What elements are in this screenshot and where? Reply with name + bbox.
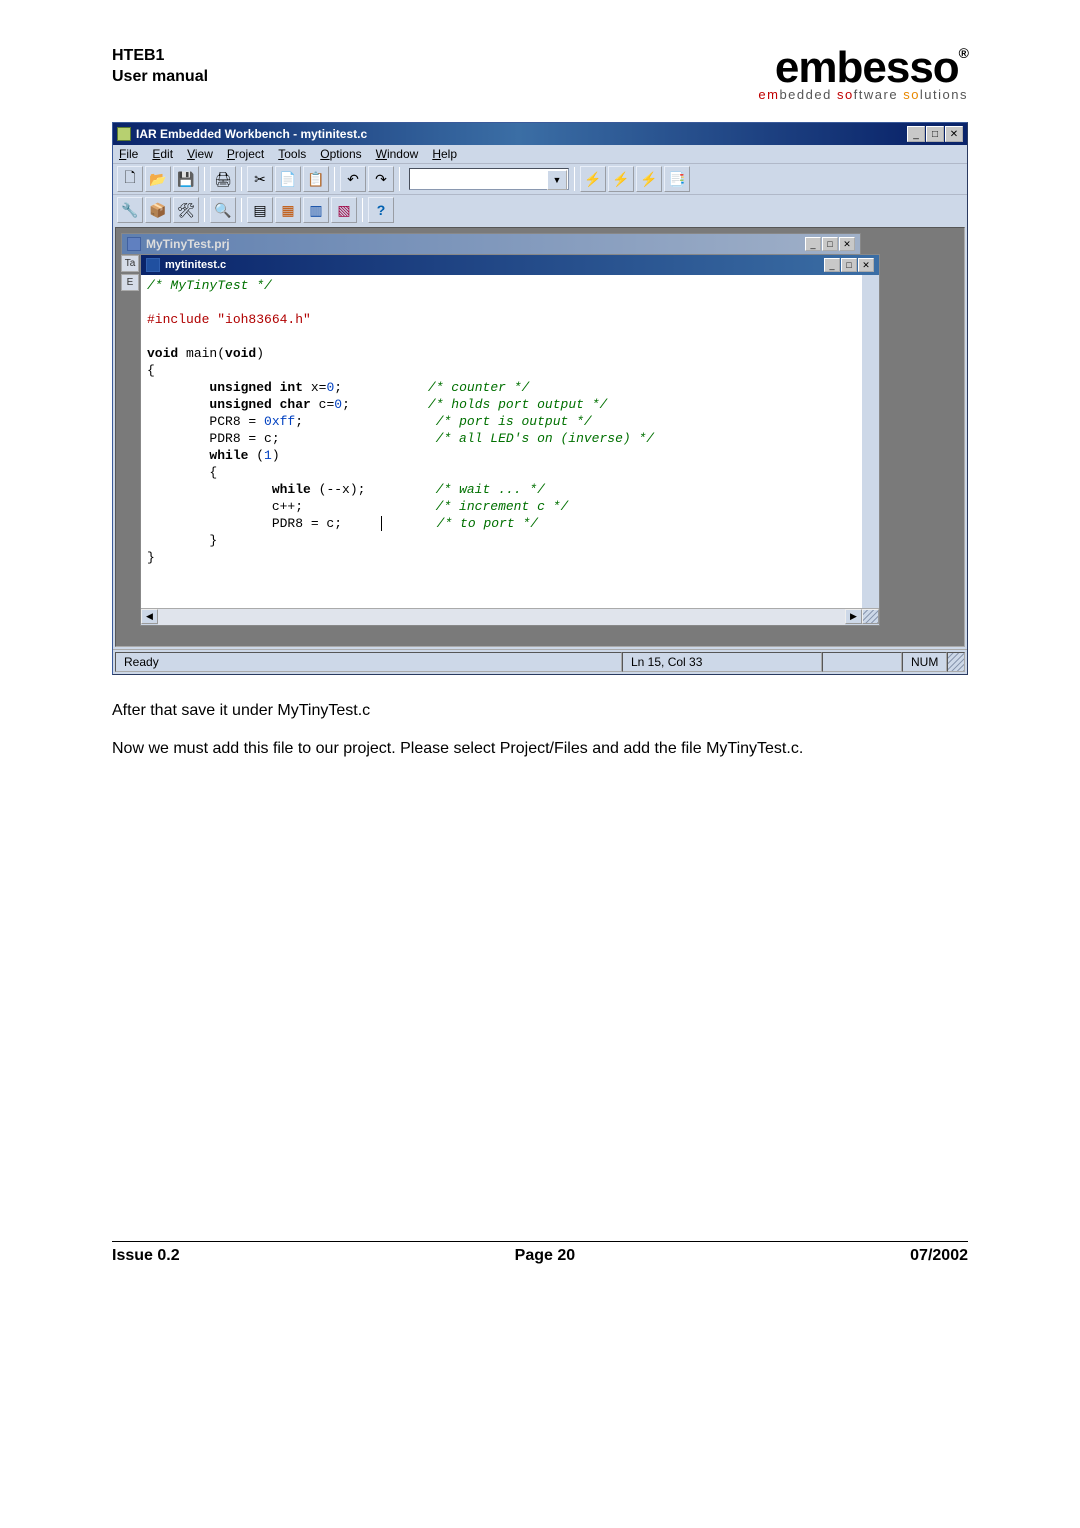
statusbar: Ready Ln 15, Col 33 NUM xyxy=(113,649,967,674)
menu-help[interactable]: Help xyxy=(432,147,457,161)
tab-label: Ta xyxy=(121,255,139,272)
product-name: HTEB1 xyxy=(112,46,208,67)
maximize-button[interactable]: □ xyxy=(841,258,857,272)
code-body[interactable]: /* MyTinyTest */ #include "ioh83664.h" v… xyxy=(141,275,879,608)
menu-project[interactable]: Project xyxy=(227,147,264,161)
window-title: IAR Embedded Workbench - mytinitest.c xyxy=(136,127,907,141)
code-title: mytinitest.c xyxy=(165,259,824,271)
redo-button[interactable]: ↷ xyxy=(368,166,394,192)
cascade-button[interactable]: ▦ xyxy=(275,197,301,223)
tile-h-button[interactable]: ▥ xyxy=(303,197,329,223)
menu-tools[interactable]: Tools xyxy=(278,147,306,161)
cut-button[interactable]: ✂ xyxy=(247,166,273,192)
copy-button[interactable]: 📄 xyxy=(275,166,301,192)
build-button[interactable]: 🛠 xyxy=(173,197,199,223)
open-button[interactable]: 📂 xyxy=(145,166,171,192)
minimize-button[interactable]: _ xyxy=(824,258,840,272)
code-text[interactable]: /* MyTinyTest */ #include "ioh83664.h" v… xyxy=(141,275,879,608)
menu-options[interactable]: Options xyxy=(320,147,361,161)
menu-window[interactable]: Window xyxy=(376,147,419,161)
issue-label: Issue 0.2 xyxy=(112,1247,180,1265)
code-window-controls: _ □ ✕ xyxy=(824,258,874,272)
menu-edit[interactable]: Edit xyxy=(152,147,173,161)
mdi-area: MyTinyTest.prj _ □ ✕ Ta E mytinitest.c _… xyxy=(115,227,965,647)
search-combo[interactable] xyxy=(409,168,569,190)
separator xyxy=(204,167,205,191)
close-button[interactable]: ✕ xyxy=(839,237,855,251)
help-button[interactable]: ? xyxy=(368,197,394,223)
make-button[interactable]: 📦 xyxy=(145,197,171,223)
maximize-button[interactable]: □ xyxy=(926,126,944,142)
separator xyxy=(334,167,335,191)
logo-tagline: embedded software solutions xyxy=(758,87,968,102)
find-button[interactable]: ⚡ xyxy=(580,166,606,192)
resize-grip[interactable] xyxy=(862,609,879,624)
status-numlock: NUM xyxy=(902,652,947,672)
scroll-track[interactable] xyxy=(158,609,845,625)
page-footer: Issue 0.2 Page 20 07/2002 xyxy=(112,1241,968,1265)
tile-v-button[interactable]: ▧ xyxy=(331,197,357,223)
undo-button[interactable]: ↶ xyxy=(340,166,366,192)
find-prev-button[interactable]: ⚡ xyxy=(636,166,662,192)
maximize-button[interactable]: □ xyxy=(822,237,838,251)
code-titlebar: mytinitest.c _ □ ✕ xyxy=(141,255,879,275)
tab-label: E xyxy=(121,274,139,291)
code-editor-window: mytinitest.c _ □ ✕ /* MyTinyTest */ #inc… xyxy=(140,254,880,626)
debug-button[interactable]: 🔍 xyxy=(210,197,236,223)
doc-icon xyxy=(127,237,141,251)
separator xyxy=(574,167,575,191)
toolbar-2: 🔧 📦 🛠 🔍 ▤ ▦ ▥ ▧ ? xyxy=(113,194,967,225)
titlebar: IAR Embedded Workbench - mytinitest.c _ … xyxy=(113,123,967,145)
page-label: Page 20 xyxy=(515,1247,575,1265)
window-controls: _ □ ✕ xyxy=(907,126,963,142)
page-header: HTEB1 User manual embesso® embedded soft… xyxy=(112,46,968,102)
print-button[interactable]: 🖨 xyxy=(210,166,236,192)
status-position: Ln 15, Col 33 xyxy=(622,652,822,672)
logo-text: embesso® xyxy=(758,46,968,90)
bookmark-button[interactable]: 📑 xyxy=(664,166,690,192)
menu-view[interactable]: View xyxy=(187,147,213,161)
app-icon xyxy=(117,127,131,141)
separator xyxy=(241,198,242,222)
project-titlebar: MyTinyTest.prj _ □ ✕ xyxy=(122,234,860,254)
window-resize-grip[interactable] xyxy=(947,652,965,672)
tile-button[interactable]: ▤ xyxy=(247,197,273,223)
project-window-controls: _ □ ✕ xyxy=(805,237,855,251)
doc-icon xyxy=(146,258,160,272)
find-next-button[interactable]: ⚡ xyxy=(608,166,634,192)
ide-window: IAR Embedded Workbench - mytinitest.c _ … xyxy=(112,122,968,675)
separator xyxy=(241,167,242,191)
separator xyxy=(204,198,205,222)
minimize-button[interactable]: _ xyxy=(907,126,925,142)
separator xyxy=(399,167,400,191)
status-ready: Ready xyxy=(115,652,622,672)
horizontal-scrollbar[interactable]: ◀ ▶ xyxy=(141,608,879,625)
paragraph-2: Now we must add this file to our project… xyxy=(112,738,968,760)
paste-button[interactable]: 📋 xyxy=(303,166,329,192)
project-window: MyTinyTest.prj _ □ ✕ xyxy=(121,233,861,255)
doc-title: HTEB1 User manual xyxy=(112,46,208,88)
minimize-button[interactable]: _ xyxy=(805,237,821,251)
menubar: File Edit View Project Tools Options Win… xyxy=(113,145,967,163)
scroll-left-button[interactable]: ◀ xyxy=(141,609,158,624)
close-button[interactable]: ✕ xyxy=(858,258,874,272)
separator xyxy=(362,198,363,222)
project-title: MyTinyTest.prj xyxy=(146,237,805,251)
close-button[interactable]: ✕ xyxy=(945,126,963,142)
date-label: 07/2002 xyxy=(910,1247,968,1265)
compile-button[interactable]: 🔧 xyxy=(117,197,143,223)
paragraph-1: After that save it under MyTinyTest.c xyxy=(112,700,968,722)
logo: embesso® embedded software solutions xyxy=(758,46,968,102)
status-gap xyxy=(822,652,902,672)
save-button[interactable]: 💾 xyxy=(173,166,199,192)
new-button[interactable]: 🗋 xyxy=(117,166,143,192)
scroll-right-button[interactable]: ▶ xyxy=(845,609,862,624)
menu-file[interactable]: File xyxy=(119,147,138,161)
project-tab-peek: Ta E xyxy=(121,255,139,293)
toolbar-1: 🗋 📂 💾 🖨 ✂ 📄 📋 ↶ ↷ ⚡ ⚡ ⚡ 📑 xyxy=(113,163,967,194)
doc-subtitle: User manual xyxy=(112,67,208,88)
